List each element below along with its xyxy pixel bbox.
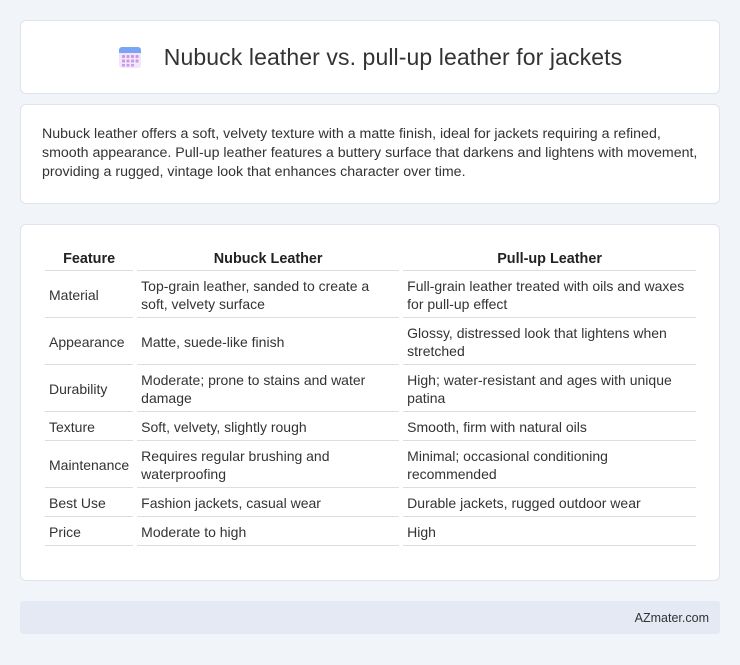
row-feature: Material [45, 273, 134, 318]
row-pullup: Durable jackets, rugged outdoor wear [403, 490, 696, 517]
table-row: Maintenance Requires regular brushing an… [45, 443, 696, 488]
calendar-icon [118, 45, 142, 69]
intro-paragraph: Nubuck leather offers a soft, velvety te… [42, 126, 698, 180]
intro-card: Nubuck leather offers a soft, velvety te… [20, 104, 720, 204]
table-row: Price Moderate to high High [45, 519, 696, 546]
header-pullup: Pull-up Leather [403, 247, 696, 271]
row-pullup: High; water-resistant and ages with uniq… [403, 367, 696, 412]
row-pullup: Full-grain leather treated with oils and… [403, 273, 696, 318]
row-nubuck: Soft, velvety, slightly rough [137, 414, 400, 441]
table-row: Durability Moderate; prone to stains and… [45, 367, 696, 412]
table-row: Texture Soft, velvety, slightly rough Sm… [45, 414, 696, 441]
row-feature: Price [45, 519, 134, 546]
row-feature: Best Use [45, 490, 134, 517]
row-nubuck: Matte, suede-like finish [137, 320, 400, 365]
row-nubuck: Moderate to high [137, 519, 400, 546]
row-feature: Durability [45, 367, 134, 412]
table-row: Material Top-grain leather, sanded to cr… [45, 273, 696, 318]
row-pullup: Minimal; occasional conditioning recomme… [403, 443, 696, 488]
row-nubuck: Top-grain leather, sanded to create a so… [137, 273, 400, 318]
row-nubuck: Fashion jackets, casual wear [137, 490, 400, 517]
table-row: Appearance Matte, suede-like finish Glos… [45, 320, 696, 365]
row-feature: Maintenance [45, 443, 134, 488]
table-header-row: Feature Nubuck Leather Pull-up Leather [45, 247, 696, 271]
header-nubuck: Nubuck Leather [137, 247, 400, 271]
row-feature: Appearance [45, 320, 134, 365]
footer-bar: AZmater.com [20, 601, 720, 634]
comparison-card: Feature Nubuck Leather Pull-up Leather M… [20, 224, 720, 581]
row-pullup: Smooth, firm with natural oils [403, 414, 696, 441]
row-pullup: High [403, 519, 696, 546]
title-wrap: Nubuck leather vs. pull-up leather for j… [118, 44, 622, 71]
footer-brand: AZmater.com [634, 610, 709, 625]
comparison-table: Feature Nubuck Leather Pull-up Leather M… [41, 245, 700, 548]
title-card: Nubuck leather vs. pull-up leather for j… [20, 20, 720, 94]
row-pullup: Glossy, distressed look that lightens wh… [403, 320, 696, 365]
row-nubuck: Requires regular brushing and waterproof… [137, 443, 400, 488]
page-title: Nubuck leather vs. pull-up leather for j… [163, 43, 623, 70]
row-feature: Texture [45, 414, 134, 441]
table-row: Best Use Fashion jackets, casual wear Du… [45, 490, 696, 517]
row-nubuck: Moderate; prone to stains and water dama… [137, 367, 400, 412]
header-feature: Feature [45, 247, 134, 271]
